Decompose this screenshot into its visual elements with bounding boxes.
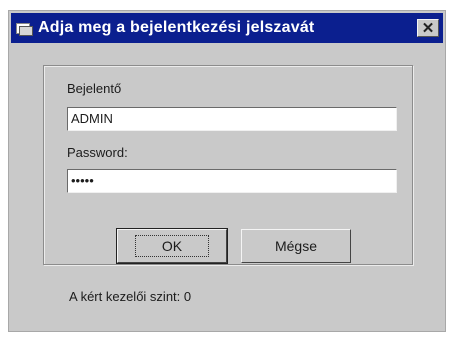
user-label: Bejelentő (67, 81, 122, 96)
ok-button[interactable]: OK (116, 228, 228, 264)
user-field[interactable]: ADMIN (67, 107, 397, 131)
access-level-status: A kért kezelői szint: 0 (69, 289, 192, 304)
close-icon: ✕ (421, 20, 435, 37)
cancel-button-label: Mégse (274, 238, 318, 254)
password-field[interactable]: ••••• (67, 169, 397, 193)
cancel-button[interactable]: Mégse (241, 229, 351, 263)
close-button[interactable]: ✕ (417, 19, 439, 37)
dialog-title: Adja meg a bejelentkezési jelszavát (38, 19, 315, 36)
password-label: Password: (67, 145, 128, 160)
login-dialog: Adja meg a bejelentkezési jelszavát ✕ Be… (8, 10, 446, 332)
title-bar[interactable]: Adja meg a bejelentkezési jelszavát ✕ (11, 13, 443, 43)
app-window-icon (16, 21, 33, 36)
ok-button-label: OK (134, 235, 210, 257)
